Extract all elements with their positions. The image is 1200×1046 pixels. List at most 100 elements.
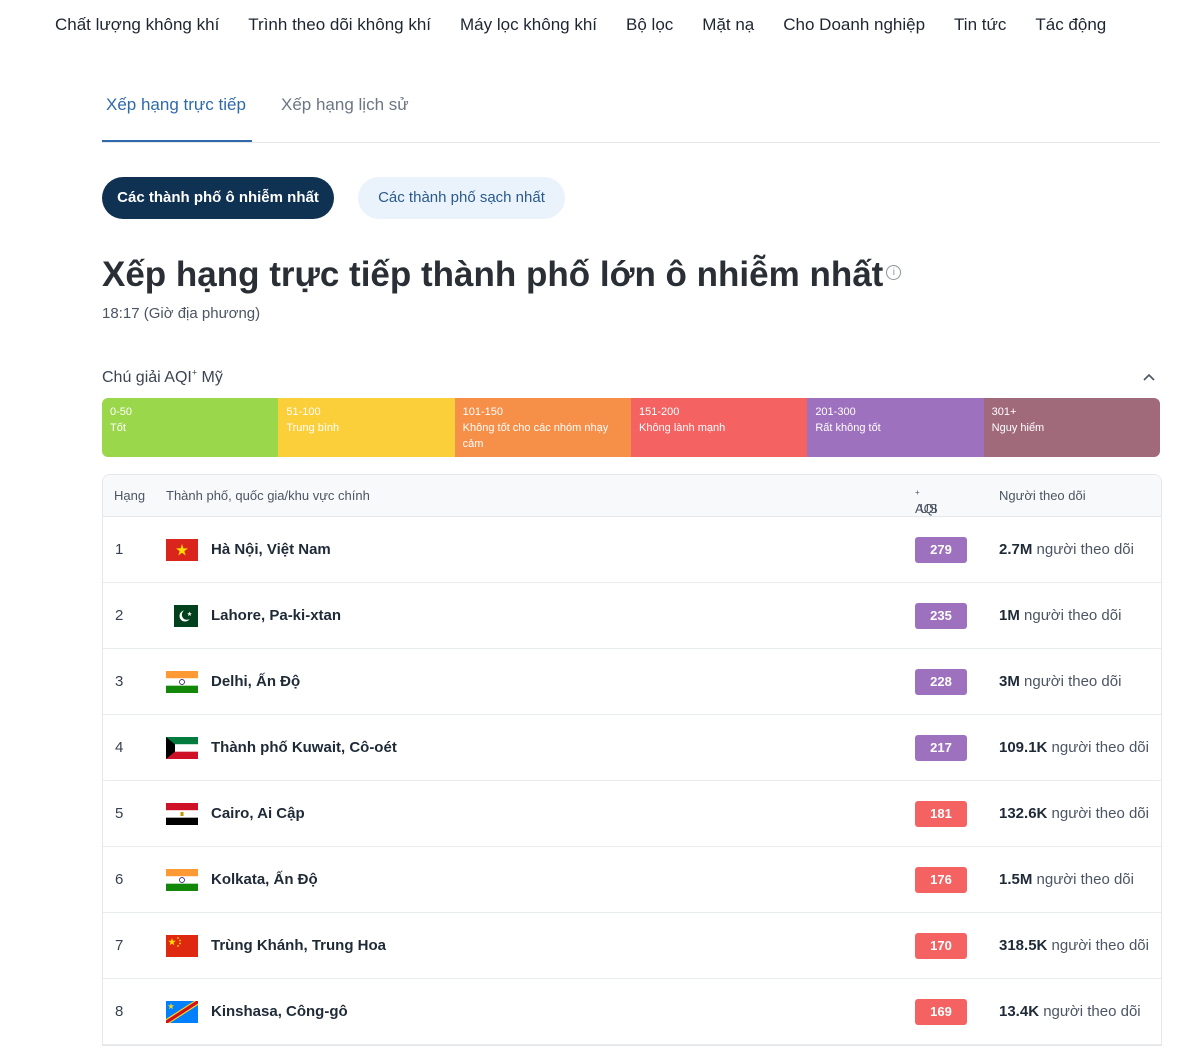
row-rank: 2 — [115, 607, 124, 624]
vietnam-flag-icon — [166, 539, 198, 561]
row-city[interactable]: Trùng Khánh, Trung Hoa — [211, 937, 386, 954]
nav-item[interactable]: Mặt nạ — [702, 15, 754, 35]
legend-label: Không lành mạnh — [638, 422, 726, 434]
header-rank: Hạng — [114, 488, 146, 503]
page-title-text: Xếp hạng trực tiếp thành phố lớn ô nhiễm… — [102, 255, 884, 294]
row-followers: 1.5M người theo dõi — [999, 871, 1134, 888]
row-aqi-badge: 181 — [915, 801, 967, 827]
row-rank: 3 — [115, 673, 124, 690]
row-followers-count: 109.1K — [999, 739, 1048, 756]
row-city[interactable]: Lahore, Pa-ki-xtan — [211, 607, 341, 624]
nav-item[interactable]: Máy lọc không khí — [460, 15, 597, 35]
legend-label: Trung bình — [286, 422, 340, 434]
row-city[interactable]: Kinshasa, Công-gô — [211, 1003, 348, 1020]
table-header: Hạng Thành phố, quốc gia/khu vực chính A… — [103, 475, 1161, 517]
pakistan-flag-icon — [166, 605, 198, 627]
table-row[interactable]: 1 Hà Nội, Việt Nam 279 2.7M người theo dõi — [103, 517, 1161, 583]
legend-segment: 101-150 Không tốt cho các nhóm nhạy cảm — [454, 398, 631, 457]
row-aqi-badge: 217 — [915, 735, 967, 761]
legend-range: 151-200 — [638, 406, 680, 418]
tab-history-ranking[interactable]: Xếp hạng lịch sử — [277, 80, 417, 142]
header-aqi-suffix: US — [919, 501, 938, 516]
india-flag-icon — [166, 671, 198, 693]
row-city[interactable]: Thành phố Kuwait, Cô-oét — [211, 739, 397, 756]
table-row[interactable]: 7 Trùng Khánh, Trung Hoa 170 318.5K người t… — [103, 913, 1161, 979]
legend-range: 101-150 — [462, 406, 504, 418]
row-aqi-badge: 169 — [915, 999, 967, 1025]
row-followers: 132.6K người theo dõi — [999, 805, 1149, 822]
india-flag-icon — [166, 869, 198, 891]
legend-range: 301+ — [991, 406, 1017, 418]
row-rank: 4 — [115, 739, 124, 756]
row-followers: 2.7M người theo dõi — [999, 541, 1134, 558]
local-time: 18:17 (Giờ địa phương) — [102, 305, 261, 322]
row-rank: 1 — [115, 541, 124, 558]
legend-label: Tốt — [110, 422, 126, 434]
cleanest-cities-button[interactable]: Các thành phố sạch nhất — [358, 177, 565, 219]
aqi-legend-bar: 0-50 Tốt 51-100 Trung bình 101-150 Không tốt … — [102, 398, 1160, 457]
nav-item[interactable]: Trình theo dõi không khí — [248, 15, 431, 35]
row-rank: 6 — [115, 871, 124, 888]
row-rank: 8 — [115, 1003, 124, 1020]
nav-item[interactable]: Cho Doanh nghiệp — [783, 15, 925, 35]
row-city[interactable]: Cairo, Ai Cập — [211, 805, 305, 822]
table-row[interactable]: 2 Lahore, Pa-ki-xtan 235 1M người theo dõi — [103, 583, 1161, 649]
legend-title-suffix: Mỹ — [197, 369, 223, 387]
row-followers: 3M người theo dõi — [999, 673, 1122, 690]
congo-flag-icon — [166, 1001, 198, 1023]
row-aqi-badge: 279 — [915, 537, 967, 563]
legend-range: 51-100 — [286, 406, 321, 418]
tab-live-ranking[interactable]: Xếp hạng trực tiếp — [102, 80, 252, 142]
header-aqi: AQI + US — [915, 488, 938, 516]
row-followers: 1M người theo dõi — [999, 607, 1122, 624]
chevron-up-icon[interactable] — [1142, 370, 1156, 384]
table-row[interactable]: 5 Cairo, Ai Cập 181 132.6K người theo dõi — [103, 781, 1161, 847]
row-city[interactable]: Delhi, Ấn Độ — [211, 673, 300, 690]
row-rank: 5 — [115, 805, 124, 822]
nav-item[interactable]: Bộ lọc — [626, 15, 673, 35]
header-aqi-sup: + — [915, 488, 920, 497]
most-polluted-button[interactable]: Các thành phố ô nhiễm nhất — [102, 177, 334, 219]
info-icon[interactable]: i — [886, 265, 902, 281]
row-aqi-badge: 228 — [915, 669, 967, 695]
header-city: Thành phố, quốc gia/khu vực chính — [166, 488, 370, 503]
legend-segment: 151-200 Không lành mạnh — [630, 398, 808, 457]
row-city[interactable]: Hà Nội, Việt Nam — [211, 541, 331, 558]
row-followers: 13.4K người theo dõi — [999, 1003, 1141, 1020]
row-aqi-badge: 170 — [915, 933, 967, 959]
nav-item[interactable]: Tin tức — [954, 15, 1006, 35]
row-aqi-badge: 176 — [915, 867, 967, 893]
ranking-table: Hạng Thành phố, quốc gia/khu vực chính A… — [102, 474, 1162, 1046]
table-row[interactable]: 6 Kolkata, Ấn Độ 176 1.5M người theo dõi — [103, 847, 1161, 913]
row-rank: 7 — [115, 937, 124, 954]
table-row[interactable]: 4 Thành phố Kuwait, Cô-oét 217 109.1K người… — [103, 715, 1161, 781]
legend-header: Chú giải AQI+ Mỹ — [102, 368, 1160, 390]
row-followers: 318.5K người theo dõi — [999, 937, 1149, 954]
nav-item[interactable]: Tác động — [1035, 15, 1106, 35]
legend-label: Nguy hiểm — [991, 422, 1045, 434]
row-followers-count: 3M — [999, 673, 1020, 690]
legend-label: Rất không tốt — [815, 422, 881, 434]
egypt-flag-icon — [166, 803, 198, 825]
legend-range: 201-300 — [815, 406, 856, 418]
row-followers-count: 1.5M — [999, 871, 1033, 888]
row-followers-count: 132.6K — [999, 805, 1048, 822]
row-aqi-badge: 235 — [915, 603, 967, 629]
table-body: 1 Hà Nội, Việt Nam 279 2.7M người theo dõi 2… — [103, 517, 1161, 1045]
legend-segment: 201-300 Rất không tốt — [807, 398, 984, 457]
top-navigation: Chất lượng không khí Trình theo dõi không… — [0, 0, 1200, 52]
china-flag-icon — [166, 935, 198, 957]
table-row[interactable]: 3 Delhi, Ấn Độ 228 3M người theo dõi — [103, 649, 1161, 715]
table-row[interactable]: 8 Kinshasa, Công-gô 169 13.4K người theo dõ… — [103, 979, 1161, 1045]
legend-range: 0-50 — [110, 406, 133, 418]
row-followers-count: 1M — [999, 607, 1020, 624]
ranking-tabs: Xếp hạng trực tiếp Xếp hạng lịch sử — [102, 80, 1160, 143]
legend-segment: 51-100 Trung bình — [278, 398, 455, 457]
row-followers-count: 13.4K — [999, 1003, 1040, 1020]
row-city[interactable]: Kolkata, Ấn Độ — [211, 871, 318, 888]
row-followers: 109.1K người theo dõi — [999, 739, 1149, 756]
nav-item[interactable]: Chất lượng không khí — [55, 15, 219, 35]
page-title: Xếp hạng trực tiếp thành phố lớn ô nhiễm… — [102, 255, 902, 295]
legend-title: Chú giải AQI+ Mỹ — [102, 368, 223, 387]
row-followers-count: 2.7M — [999, 541, 1033, 558]
